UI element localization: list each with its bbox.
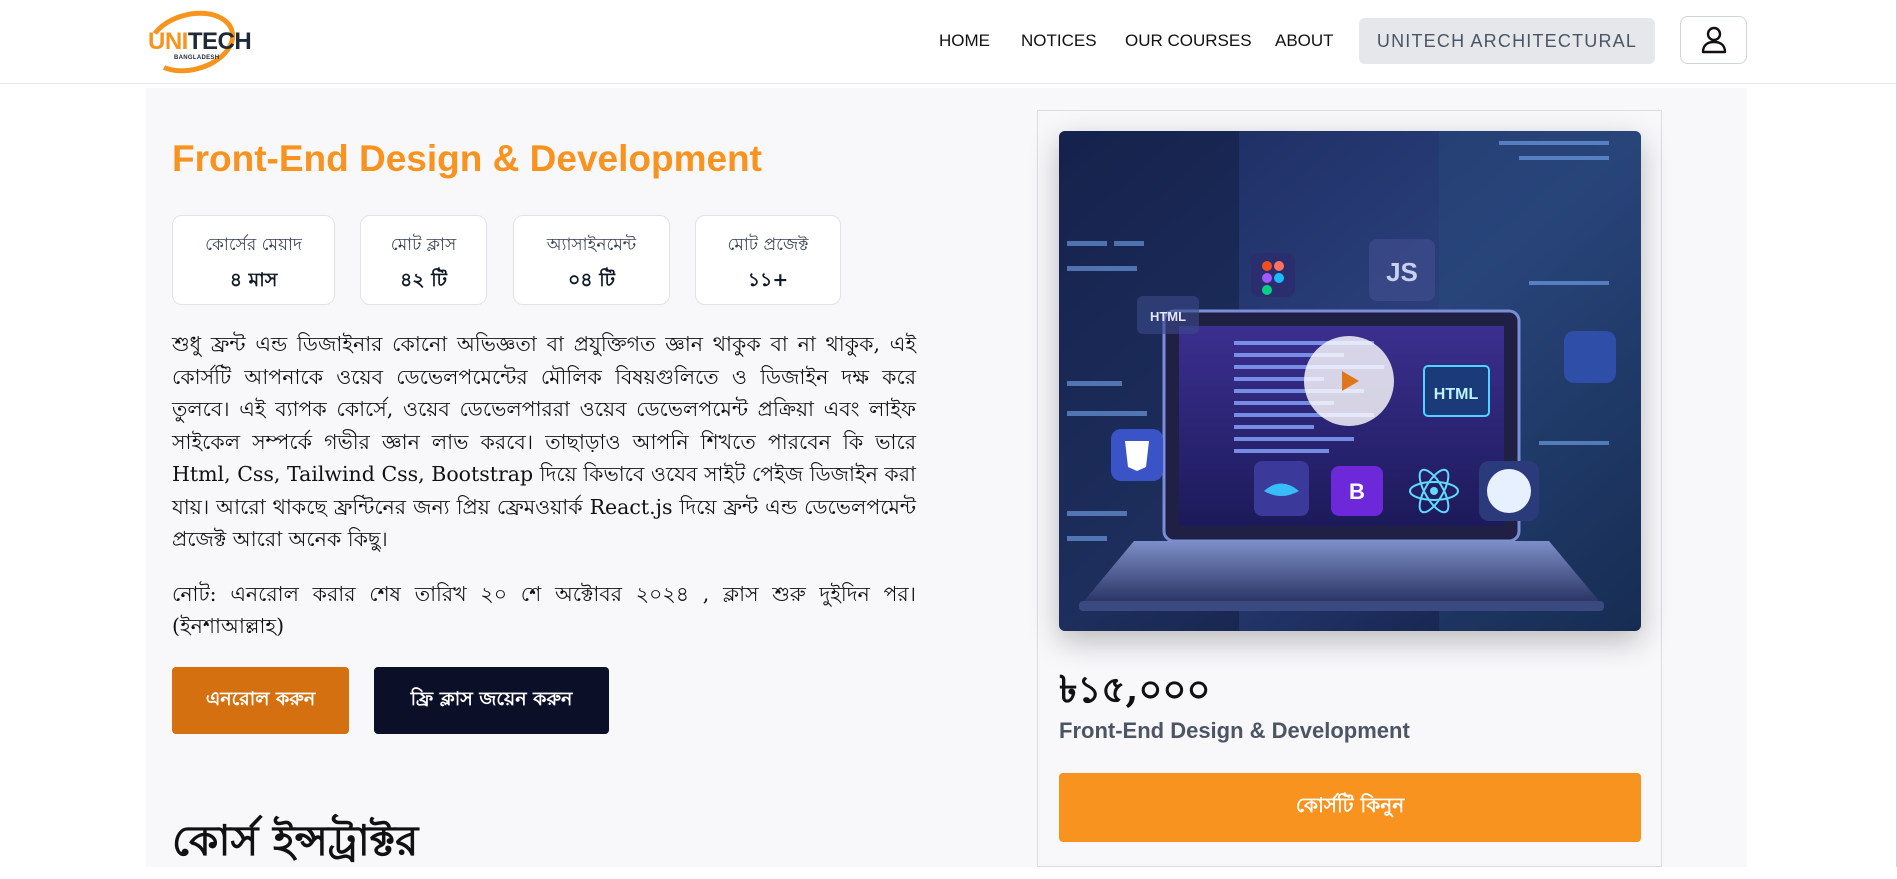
stat-label: অ্যাসাইনমেন্ট bbox=[546, 235, 637, 255]
logo-subtitle: BANGLADESH bbox=[174, 55, 220, 61]
stat-value: ০৪ টি bbox=[567, 269, 616, 291]
enroll-button[interactable]: এনরোল করুন bbox=[172, 667, 349, 734]
course-video-thumbnail[interactable]: HTML JS HTML B bbox=[1059, 131, 1641, 631]
stat-value: ৪ মাস bbox=[229, 269, 278, 291]
nav-about[interactable]: ABOUT bbox=[1275, 31, 1334, 51]
unitech-logo[interactable]: UNITECH BANGLADESH bbox=[139, 1, 252, 83]
svg-text:B: B bbox=[1349, 479, 1365, 504]
course-title: Front-End Design & Development bbox=[172, 138, 762, 179]
card-course-name: Front-End Design & Development bbox=[1059, 718, 1410, 743]
stat-label: কোর্সের মেয়াদ bbox=[205, 235, 302, 255]
thumbnail-html-left: HTML bbox=[1150, 309, 1186, 324]
nav-home[interactable]: HOME bbox=[939, 31, 990, 51]
thumbnail-html-screen: HTML bbox=[1434, 386, 1479, 403]
course-price: ৳১৫,০০০ bbox=[1059, 667, 1211, 711]
instructor-heading: কোর্স ইন্সট্রাক্টর bbox=[172, 816, 419, 865]
stat-total-classes: মোট ক্লাস ৪২ টি bbox=[360, 215, 487, 305]
thumbnail-illustration: HTML JS HTML B bbox=[1059, 131, 1641, 631]
stat-projects: মোট প্রজেক্ট ১১+ bbox=[695, 215, 841, 305]
stat-value: ১১+ bbox=[747, 269, 789, 291]
stat-label: মোট ক্লাস bbox=[390, 235, 457, 255]
stat-duration: কোর্সের মেয়াদ ৪ মাস bbox=[172, 215, 335, 305]
stat-value: ৪২ টি bbox=[399, 269, 448, 291]
top-navbar: UNITECH BANGLADESH HOME NOTICES OUR COUR… bbox=[0, 0, 1897, 84]
stat-label: মোট প্রজেক্ট bbox=[727, 235, 809, 255]
free-class-button[interactable]: ফ্রি ক্লাস জয়েন করুন bbox=[374, 667, 609, 734]
user-account-button[interactable] bbox=[1680, 16, 1747, 64]
nav-notices[interactable]: NOTICES bbox=[1021, 31, 1097, 51]
user-icon bbox=[1701, 26, 1726, 54]
thumbnail-js-label: JS bbox=[1386, 257, 1418, 287]
buy-course-button[interactable]: কোর্সটি কিনুন bbox=[1059, 773, 1641, 842]
enrollment-note: নোট: এনরোল করার শেষ তারিখ ২০ শে অক্টোবর … bbox=[172, 582, 916, 638]
nav-our-courses[interactable]: OUR COURSES bbox=[1125, 31, 1252, 51]
logo-wordmark: UNITECH bbox=[148, 28, 252, 55]
unitech-architectural-button[interactable]: UNITECH ARCHITECTURAL bbox=[1359, 18, 1655, 64]
stat-assignments: অ্যাসাইনমেন্ট ০৪ টি bbox=[513, 215, 670, 305]
page-scrollbar[interactable] bbox=[1880, 0, 1897, 867]
course-description: শুধু ফ্রন্ট এন্ড ডিজাইনার কোনো অভিজ্ঞতা … bbox=[172, 332, 916, 551]
